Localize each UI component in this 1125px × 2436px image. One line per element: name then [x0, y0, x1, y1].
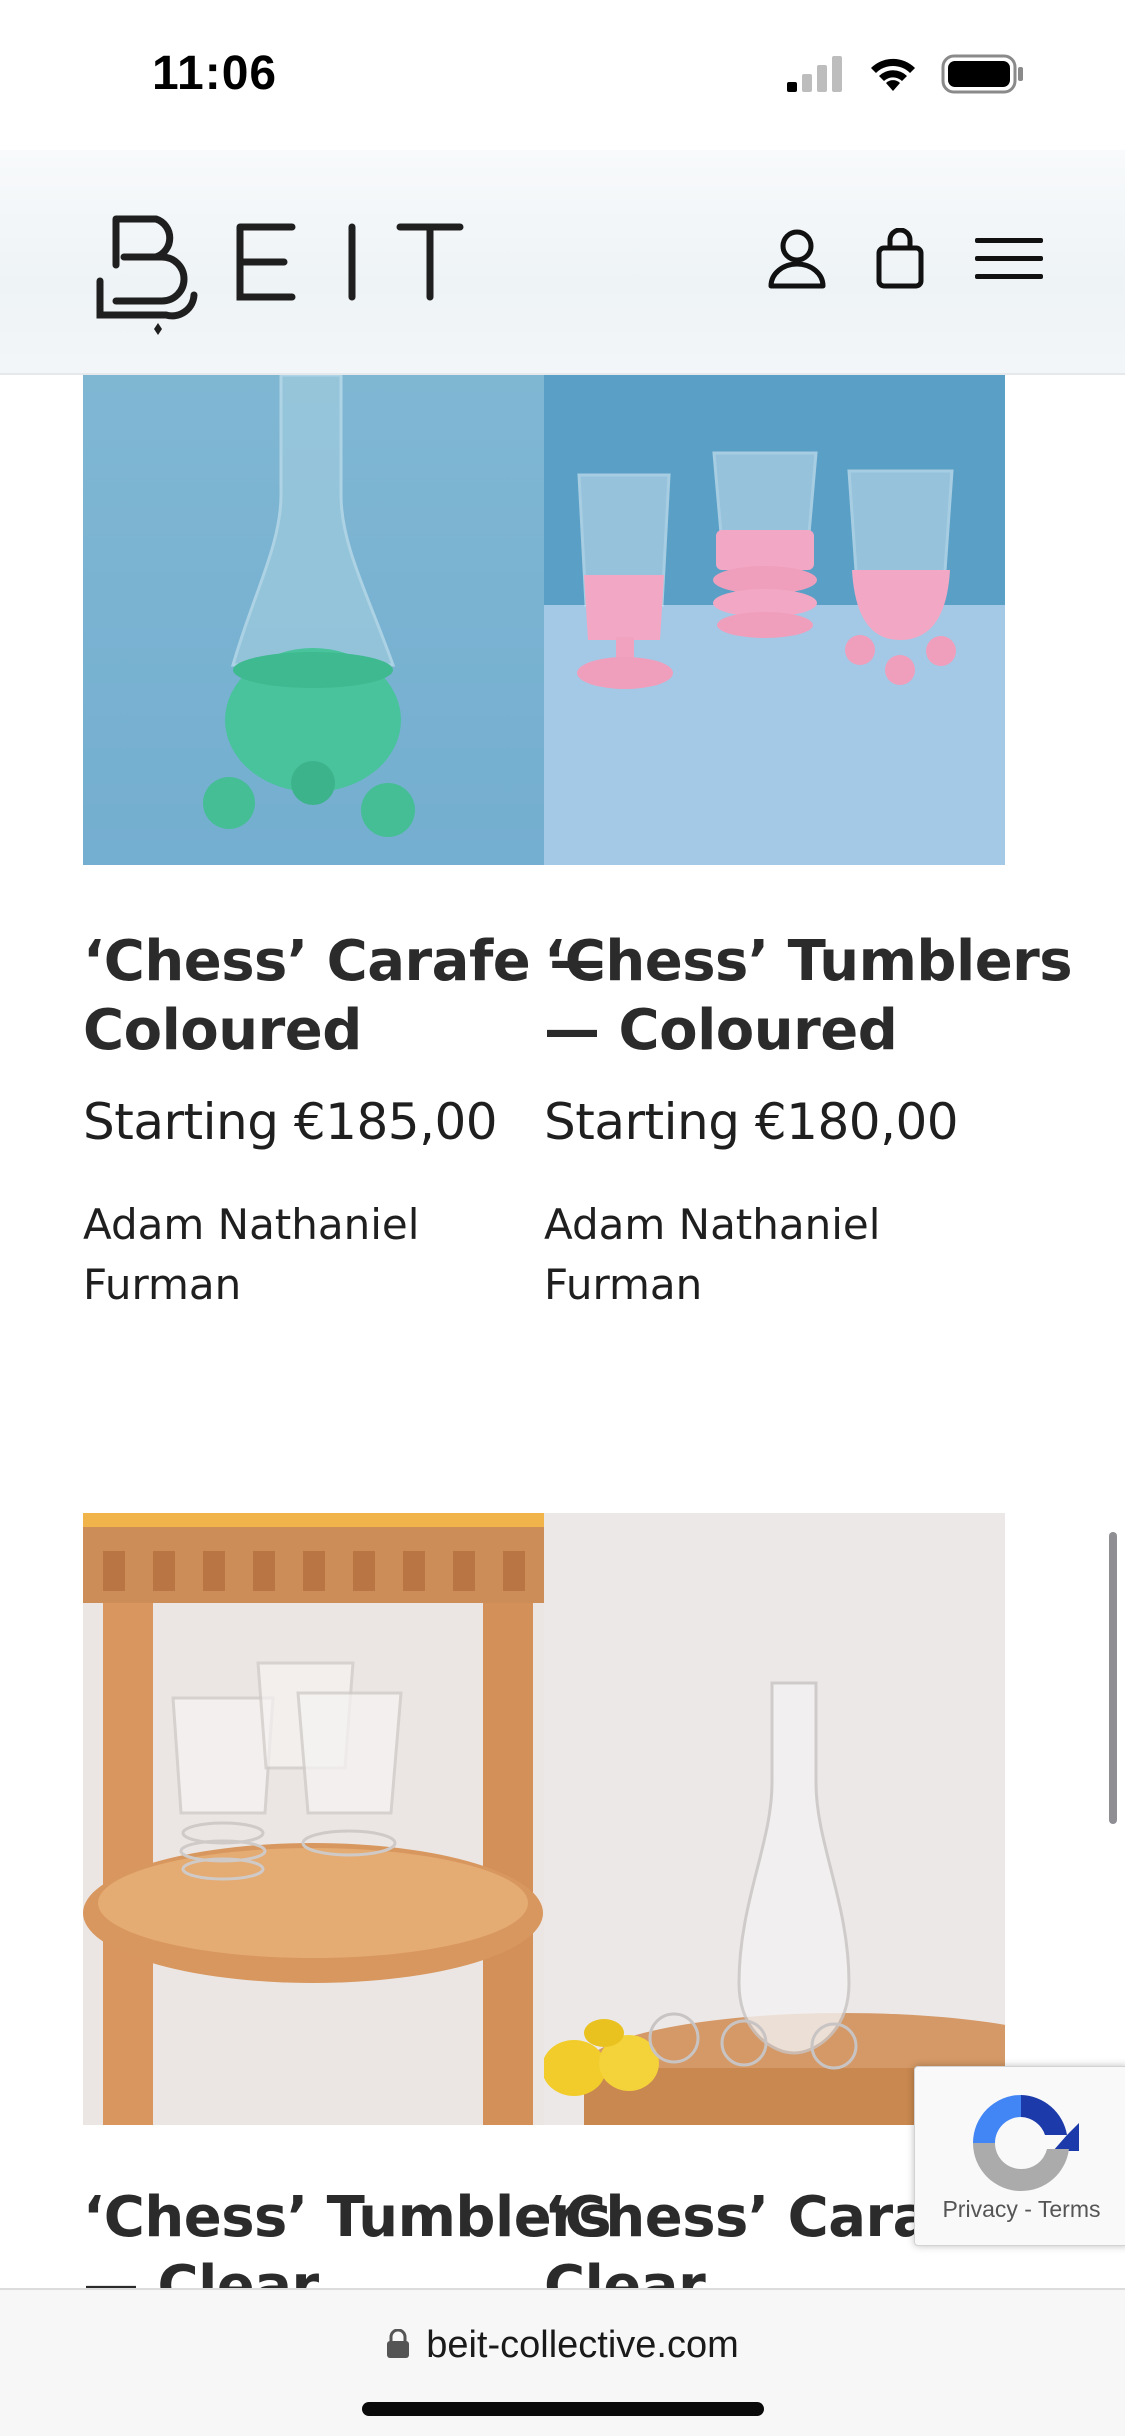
product-title[interactable]: ‘Chess’ Tumblers — Coloured: [544, 927, 1073, 1065]
browser-address-bar[interactable]: beit-collective.com: [0, 2288, 1125, 2436]
product-card[interactable]: ‘Chess’ Tumblers — Clear: [83, 1513, 612, 2288]
product-designer[interactable]: Adam Nathaniel Furman: [83, 1195, 544, 1315]
scrollbar[interactable]: [1109, 1532, 1117, 1824]
user-icon[interactable]: [766, 228, 828, 290]
green-chess-carafe-photo[interactable]: [83, 375, 544, 865]
hamburger-menu-icon[interactable]: [975, 228, 1043, 290]
product-card[interactable]: ‘Chess’ Carafe — Coloured Starting €185,…: [83, 375, 605, 1315]
clear-chess-tumblers-photo[interactable]: [83, 1513, 544, 2125]
status-time: 11:06: [152, 47, 278, 100]
product-price: Starting €180,00: [544, 1093, 959, 1151]
product-grid: ‘Chess’ Carafe — Coloured Starting €185,…: [0, 375, 1125, 2288]
lock-icon: [386, 2328, 410, 2363]
beit-logo[interactable]: [96, 205, 466, 335]
status-bar: 11:06: [0, 0, 1125, 150]
pink-chess-tumblers-photo[interactable]: [544, 375, 1005, 865]
status-icons: [787, 54, 1025, 98]
cellular-signal-icon: [787, 56, 845, 96]
recaptcha-icon: [963, 2085, 1079, 2205]
product-designer[interactable]: Adam Nathaniel Furman: [544, 1195, 1005, 1315]
product-title[interactable]: ‘Chess’ Carafe — Coloured: [83, 927, 605, 1065]
clear-chess-carafe-photo[interactable]: [544, 1513, 1005, 2125]
recaptcha-badge[interactable]: Privacy - Terms: [914, 2066, 1125, 2246]
product-card[interactable]: ‘Chess’ Tumblers — Coloured Starting €18…: [544, 375, 1073, 1315]
home-indicator[interactable]: [362, 2402, 764, 2416]
wifi-icon: [867, 55, 919, 97]
site-header: [0, 150, 1125, 375]
battery-icon: [941, 54, 1025, 98]
shopping-bag-icon[interactable]: [875, 228, 925, 290]
url-text[interactable]: beit-collective.com: [426, 2324, 739, 2367]
recaptcha-links[interactable]: Privacy - Terms: [915, 2196, 1125, 2223]
product-price: Starting €185,00: [83, 1093, 498, 1151]
product-title[interactable]: ‘Chess’ Tumblers — Clear: [83, 2183, 612, 2288]
url-field[interactable]: beit-collective.com: [0, 2324, 1125, 2367]
